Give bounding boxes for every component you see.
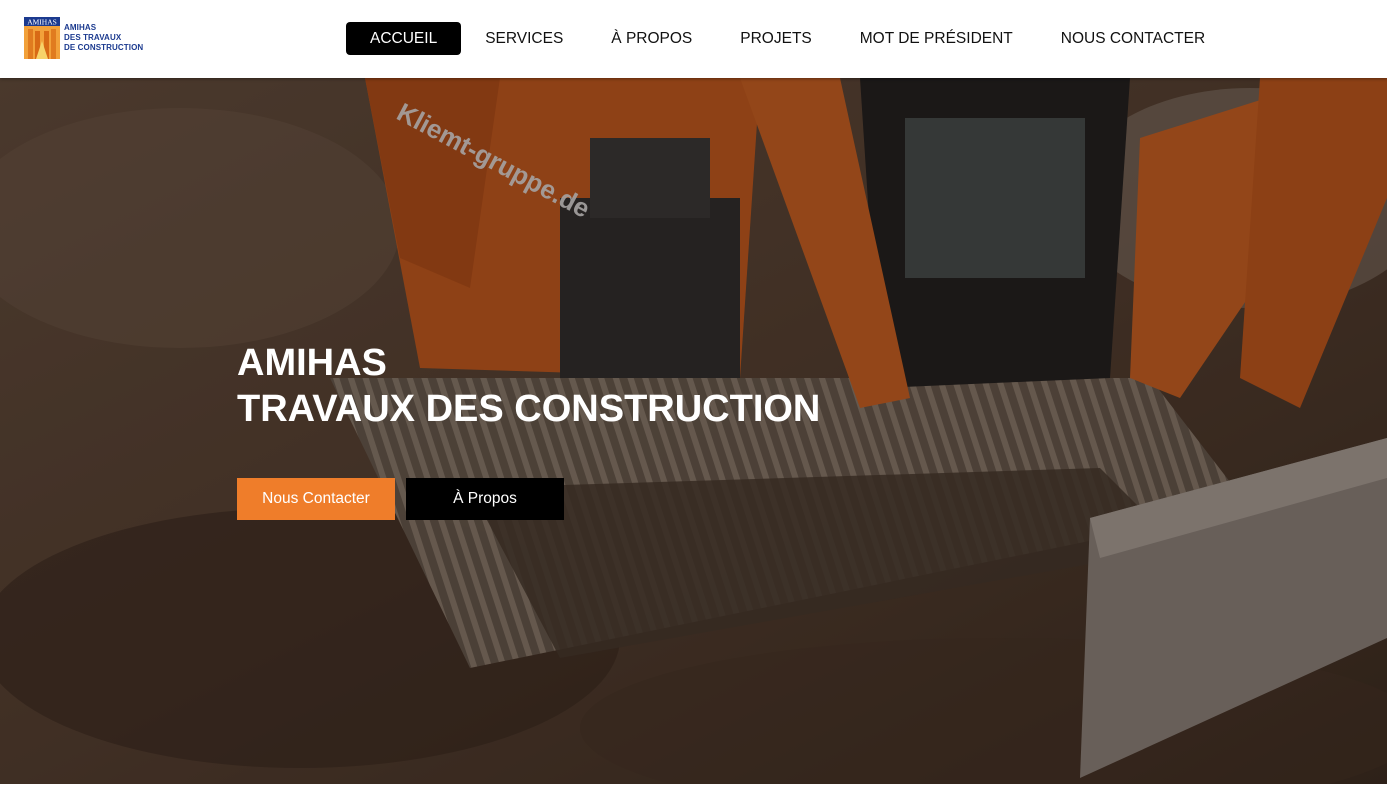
hero-title: AMIHAS TRAVAUX DES CONSTRUCTION — [237, 340, 820, 432]
company-logo[interactable]: AMIHAS AMIHAS DES TRAVAUX DE CONSTRUCTIO… — [24, 17, 148, 59]
logo-line-1: AMIHAS — [64, 23, 97, 32]
hero-section: Kliemt-gruppe.de AMIHAS TRAVAUX DES CONS… — [0, 78, 1387, 784]
svg-text:AMIHAS: AMIHAS — [27, 18, 57, 27]
a-propos-button[interactable]: À Propos — [406, 478, 564, 520]
logo-line-3: DE CONSTRUCTION — [64, 43, 144, 52]
nous-contacter-button[interactable]: Nous Contacter — [237, 478, 395, 520]
site-header: AMIHAS AMIHAS DES TRAVAUX DE CONSTRUCTIO… — [0, 0, 1387, 78]
nav-item-services[interactable]: SERVICES — [461, 22, 587, 55]
hero-title-line-1: AMIHAS — [237, 342, 387, 384]
logo-line-2: DES TRAVAUX — [64, 33, 122, 42]
nav-item-accueil[interactable]: ACCUEIL — [346, 22, 462, 55]
logo-building-icon: AMIHAS — [24, 17, 60, 59]
page-bottom-strip — [0, 784, 1387, 788]
nav-item-nous-contacter[interactable]: NOUS CONTACTER — [1037, 22, 1229, 55]
nav-item-mot-de-president[interactable]: MOT DE PRÉSIDENT — [836, 22, 1037, 55]
nav-item-projets[interactable]: PROJETS — [716, 22, 835, 55]
logo-wordmark: AMIHAS DES TRAVAUX DE CONSTRUCTION — [64, 23, 143, 53]
hero-title-line-2: TRAVAUX DES CONSTRUCTION — [237, 388, 821, 430]
main-nav: ACCUEIL SERVICES À PROPOS PROJETS MOT DE… — [346, 22, 1229, 55]
nav-item-a-propos[interactable]: À PROPOS — [587, 22, 716, 55]
